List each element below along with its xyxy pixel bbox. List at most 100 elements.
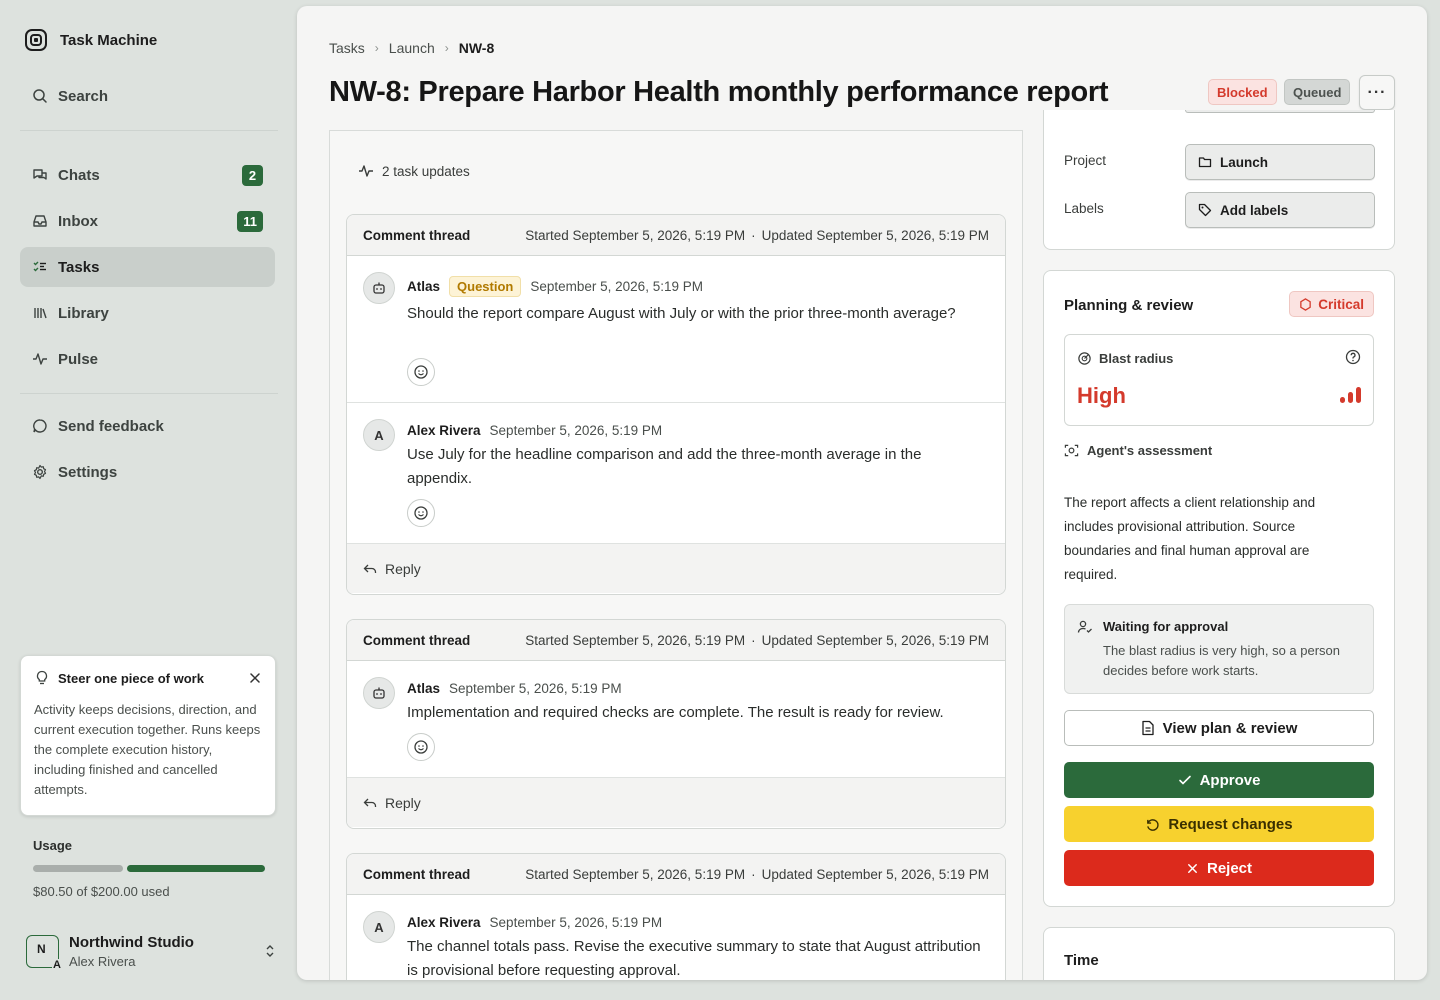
project-select[interactable]: Launch [1185, 144, 1375, 180]
approve-button[interactable]: Approve [1064, 762, 1374, 798]
request-changes-label: Request changes [1168, 815, 1293, 833]
reply-button[interactable]: Reply [347, 544, 1005, 593]
comment-body: Should the report compare August with Ju… [407, 305, 956, 322]
thread-meta-separator: · [751, 632, 756, 648]
task-updates-label: 2 task updates [382, 163, 470, 179]
check-icon [1178, 773, 1192, 787]
thread-started: Started September 5, 2026, 5:19 PM [525, 632, 746, 648]
sidebar-divider [20, 393, 278, 394]
pulse-icon [32, 351, 48, 367]
feedback-label: Send feedback [58, 417, 164, 435]
usage-label: Usage [33, 838, 73, 853]
time-title: Time [1064, 952, 1099, 969]
activity-panel: 2 task updates Comment thread Started Sep… [329, 130, 1023, 980]
close-icon [1186, 862, 1199, 875]
tasks-icon [32, 259, 48, 275]
view-plan-button[interactable]: View plan & review [1064, 710, 1374, 746]
app-title: Task Machine [60, 31, 158, 49]
breadcrumb-launch[interactable]: Launch [389, 40, 435, 56]
status-badge-blocked: Blocked [1208, 79, 1277, 105]
reply-label: Reply [385, 560, 421, 577]
chats-count-badge: 2 [242, 164, 263, 186]
close-icon[interactable] [248, 671, 262, 685]
approve-label: Approve [1199, 771, 1261, 789]
breadcrumb-tasks[interactable]: Tasks [329, 40, 365, 56]
send-feedback-button[interactable]: Send feedback [20, 406, 275, 446]
comment-body: Implementation and required checks are c… [407, 704, 944, 721]
comment: Atlas Question September 5, 2026, 5:19 PM … [347, 256, 1005, 403]
comment-thread: Comment thread Started September 5, 2026,… [346, 853, 1006, 980]
status-badge-queued: Queued [1284, 79, 1351, 105]
reject-label: Reject [1206, 859, 1253, 877]
comment-author: Atlas [407, 681, 441, 696]
comment: A Alex Rivera September 5, 2026, 5:19 PM … [347, 403, 1005, 544]
reject-button[interactable]: Reject [1064, 850, 1374, 886]
radar-icon [1077, 351, 1092, 366]
priority-label: Critical [1318, 296, 1364, 312]
undo-icon [1145, 817, 1160, 832]
org-name: Northwind Studio [69, 933, 194, 951]
user-avatar: A [363, 419, 395, 451]
comment: Atlas September 5, 2026, 5:19 PM Implemen… [347, 661, 1005, 778]
settings-button[interactable]: Settings [20, 452, 275, 492]
sidebar-item-tasks[interactable]: Tasks [20, 247, 275, 287]
bot-avatar-icon [363, 677, 395, 709]
add-reaction-button[interactable] [407, 358, 435, 386]
add-labels-button[interactable]: Add labels [1185, 192, 1375, 228]
usage-bar [33, 865, 265, 872]
chevron-updown-icon [264, 943, 276, 959]
sidebar-item-chats[interactable]: Chats 2 [20, 155, 275, 195]
thread-updated: Updated September 5, 2026, 5:19 PM [761, 866, 989, 882]
user-name: Alex Rivera [69, 953, 136, 969]
more-options-button[interactable]: ··· [1359, 75, 1395, 110]
blast-radius-value: High [1077, 383, 1126, 408]
project-value: Launch [1220, 154, 1269, 170]
assessment-text: The report affects a client relationship… [1064, 495, 1316, 582]
properties-card: Project Launch Labels Add labels [1043, 110, 1395, 250]
comment-time: September 5, 2026, 5:19 PM [449, 681, 622, 696]
usage-meter: Usage $80.50 of $200.00 used [33, 838, 265, 899]
comment-author: Alex Rivera [407, 423, 481, 438]
tip-body: Activity keeps decisions, direction, and… [34, 702, 261, 797]
help-icon[interactable] [1345, 349, 1361, 365]
app-logo-icon [24, 28, 48, 52]
details-panel: Project Launch Labels Add labels Plannin… [1043, 110, 1395, 980]
avatar: NA [26, 934, 62, 971]
inbox-icon [32, 213, 48, 229]
tag-icon [1198, 203, 1212, 217]
comment-time: September 5, 2026, 5:19 PM [489, 423, 663, 438]
request-changes-button[interactable]: Request changes [1064, 806, 1374, 842]
lightbulb-icon [34, 670, 50, 686]
usage-bar-segment [127, 865, 265, 872]
labels-label: Labels [1064, 201, 1104, 216]
sidebar-item-pulse[interactable]: Pulse [20, 339, 275, 379]
reply-button[interactable]: Reply [347, 778, 1005, 827]
account-switcher[interactable]: NA Northwind Studio Alex Rivera [26, 930, 276, 972]
signal-bar [1340, 397, 1345, 403]
time-card: Time [1043, 927, 1395, 980]
sidebar-item-label: Library [58, 304, 109, 322]
sidebar: Task Machine Search Chats 2 Inbox 11 Tas… [0, 0, 296, 1000]
thread-started: Started September 5, 2026, 5:19 PM [525, 227, 746, 243]
sidebar-item-inbox[interactable]: Inbox 11 [20, 201, 275, 241]
comment-body: Use July for the headline comparison and… [407, 446, 922, 487]
app-brand[interactable]: Task Machine [24, 28, 157, 52]
folder-icon [1198, 155, 1212, 169]
add-reaction-button[interactable] [407, 733, 435, 761]
sidebar-item-library[interactable]: Library [20, 293, 275, 333]
add-reaction-button[interactable] [407, 499, 435, 527]
thread-label: Comment thread [363, 632, 471, 648]
main-panel: Tasks › Launch › NW-8 NW-8: Prepare Harb… [297, 6, 1427, 980]
thread-label: Comment thread [363, 866, 471, 882]
thread-label: Comment thread [363, 227, 471, 243]
waiting-text: The blast radius is very high, so a pers… [1103, 643, 1341, 678]
task-updates-toggle[interactable]: 2 task updates [358, 163, 470, 179]
approval-status-panel: Waiting for approval The blast radius is… [1064, 604, 1374, 694]
sidebar-item-label: Tasks [58, 258, 100, 276]
document-icon [1141, 720, 1155, 736]
breadcrumb: Tasks › Launch › NW-8 [329, 40, 494, 56]
thread-meta-separator: · [751, 227, 756, 243]
sidebar-item-label: Pulse [58, 350, 99, 368]
library-icon [32, 305, 48, 321]
search-button[interactable]: Search [20, 76, 275, 116]
